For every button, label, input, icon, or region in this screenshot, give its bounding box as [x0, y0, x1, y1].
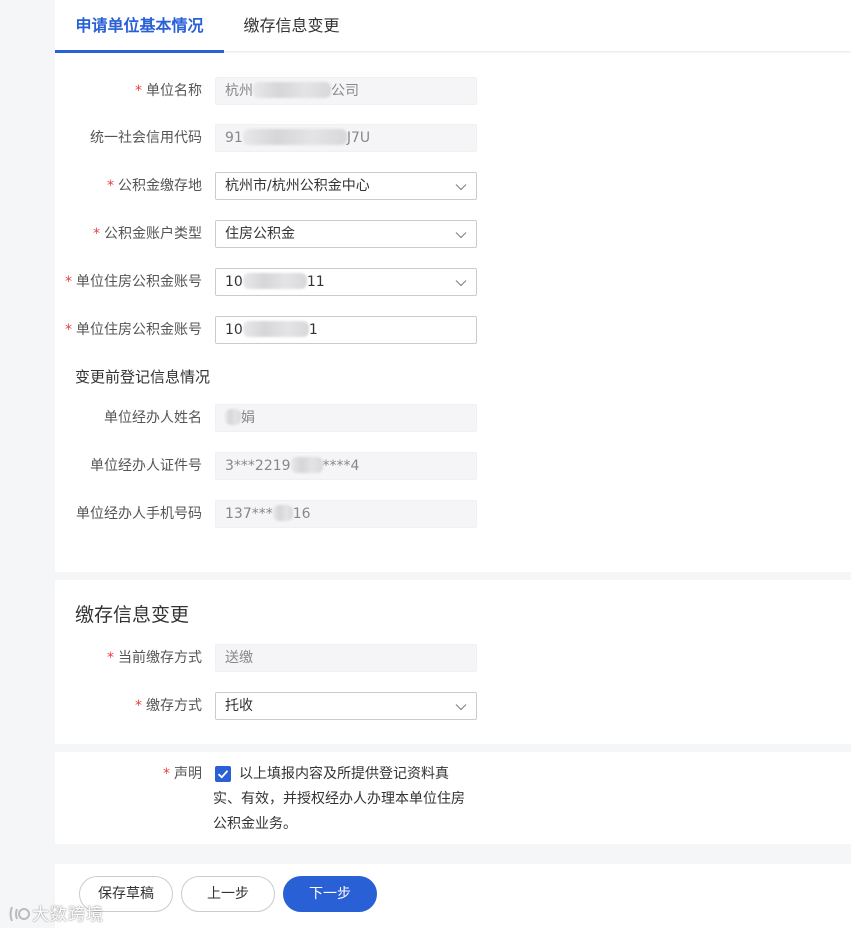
chevron-down-icon — [455, 232, 467, 239]
unit-name-label: * 单位名称 — [135, 83, 202, 99]
tab-deposit-change[interactable]: 缴存信息变更 — [224, 0, 359, 52]
before-change-heading: 变更前登记信息情况 — [75, 368, 211, 386]
declaration-label: * 声明 — [163, 766, 202, 782]
chevron-down-icon — [455, 704, 467, 711]
current-method-label: * 当前缴存方式 — [107, 650, 202, 666]
tab-bar: 申请单位基本情况 缴存信息变更 — [55, 0, 851, 53]
current-method-field: 送缴 — [215, 644, 477, 672]
deposit-change-section: 缴存信息变更 * 当前缴存方式 送缴 * 缴存方式 托收 — [55, 580, 851, 744]
declaration-section: * 声明 以上填报内容及所提供登记资料真实、有效，并授权经办人办理本单位住房公积金… — [55, 752, 851, 844]
unit-name-field: 杭州 公司 — [215, 77, 477, 105]
account-type-select[interactable]: 住房公积金 — [215, 220, 477, 248]
next-step-button[interactable]: 下一步 — [283, 876, 377, 912]
account-number-select[interactable]: 10 11 — [215, 268, 477, 296]
account-number-input[interactable]: 10 1 — [215, 316, 477, 344]
agent-name-label: 单位经办人姓名 — [104, 410, 202, 426]
watermark-logo: 大数跨境 — [8, 900, 104, 925]
account-type-label: * 公积金账户类型 — [93, 226, 202, 242]
deposit-method-label: * 缴存方式 — [135, 698, 202, 714]
agent-phone-label: 单位经办人手机号码 — [76, 506, 202, 522]
account-number-select-label: * 单位住房公积金账号 — [65, 274, 202, 290]
credit-code-label: 统一社会信用代码 — [90, 130, 202, 146]
action-bar: 保存草稿 上一步 下一步 — [55, 864, 851, 928]
watermark-mark-icon — [9, 906, 30, 922]
applicant-form: * 单位名称 杭州 公司 统一社会信用代码 91 J7U * 公积金缴存地 杭州市/杭州… — [55, 53, 851, 572]
deposit-change-title: 缴存信息变更 — [75, 604, 190, 626]
deposit-method-select[interactable]: 托收 — [215, 692, 477, 720]
agent-id-field: 3***2219 ****4 — [215, 452, 477, 480]
deposit-place-label: * 公积金缴存地 — [107, 178, 202, 194]
agent-name-field: 娟 — [215, 404, 477, 432]
agent-phone-field: 137*** 16 — [215, 500, 477, 528]
agent-id-label: 单位经办人证件号 — [90, 458, 202, 474]
deposit-place-select[interactable]: 杭州市/杭州公积金中心 — [215, 172, 477, 200]
declaration-text: 以上填报内容及所提供登记资料真实、有效，并授权经办人办理本单位住房公积金业务。 — [213, 766, 465, 832]
credit-code-field: 91 J7U — [215, 124, 477, 152]
tab-applicant-info[interactable]: 申请单位基本情况 — [55, 0, 224, 53]
chevron-down-icon — [455, 280, 467, 287]
chevron-down-icon — [455, 184, 467, 191]
account-number-input-label: * 单位住房公积金账号 — [65, 322, 202, 338]
previous-step-button[interactable]: 上一步 — [181, 876, 275, 912]
